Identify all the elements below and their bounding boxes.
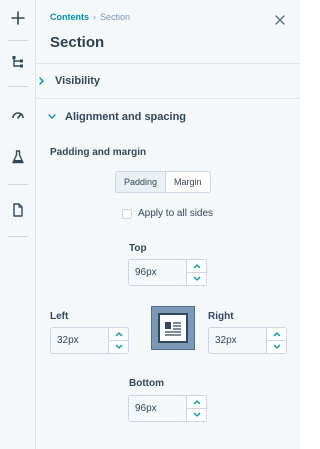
left-stepper: 32px — [50, 327, 129, 354]
left-input[interactable]: 32px — [51, 328, 108, 353]
bottom-label: Bottom — [129, 378, 164, 389]
pages-button[interactable] — [0, 196, 36, 224]
accordion-alignment-spacing[interactable]: Alignment and spacing — [36, 100, 300, 134]
rail-divider — [8, 86, 28, 87]
accordion-label: Visibility — [55, 75, 101, 87]
right-input[interactable]: 32px — [209, 328, 266, 353]
accordion-visibility[interactable]: Visibility — [36, 64, 300, 98]
decrement-button[interactable] — [267, 341, 286, 353]
chevron-up-icon — [273, 332, 280, 337]
breadcrumb: Contents › Section — [50, 12, 130, 22]
chevron-up-icon — [115, 332, 122, 337]
close-icon[interactable] — [274, 14, 286, 26]
apply-all-sides-checkbox[interactable]: Apply to all sides — [122, 208, 213, 219]
chevron-down-icon — [193, 276, 200, 281]
chevron-right-icon — [39, 77, 44, 85]
chevron-down-icon — [193, 412, 200, 417]
top-stepper: 96px — [128, 259, 207, 286]
left-rail — [0, 0, 36, 449]
right-stepper: 32px — [208, 327, 287, 354]
checkbox-box[interactable] — [122, 208, 132, 219]
bottom-stepper: 96px — [128, 395, 207, 422]
document-icon — [13, 203, 23, 217]
chevron-up-icon — [193, 264, 200, 269]
left-label: Left — [50, 311, 69, 322]
padding-margin-toggle: Padding Margin — [115, 171, 211, 193]
section-box-icon — [151, 306, 195, 350]
tree-icon — [12, 56, 23, 68]
decrement-button[interactable] — [109, 341, 128, 353]
optimize-button[interactable] — [0, 101, 36, 129]
flask-icon — [12, 150, 24, 164]
increment-button[interactable] — [187, 396, 206, 409]
add-button[interactable] — [0, 4, 36, 32]
breadcrumb-parent-link[interactable]: Contents — [50, 12, 89, 22]
accordion-label: Alignment and spacing — [65, 111, 187, 123]
chevron-up-icon — [193, 400, 200, 405]
chevron-down-icon — [48, 114, 56, 119]
decrement-button[interactable] — [187, 409, 206, 421]
increment-button[interactable] — [187, 260, 206, 273]
tab-margin[interactable]: Margin — [166, 172, 210, 192]
rail-divider — [8, 184, 28, 185]
structure-button[interactable] — [0, 48, 36, 76]
text-block-icon — [165, 322, 181, 336]
padding-margin-heading: Padding and margin — [50, 147, 147, 158]
increment-button[interactable] — [267, 328, 286, 341]
increment-button[interactable] — [109, 328, 128, 341]
rail-divider — [8, 236, 28, 237]
chevron-down-icon — [273, 344, 280, 349]
chevron-right-icon: › — [93, 12, 96, 22]
decrement-button[interactable] — [187, 273, 206, 285]
gauge-icon — [12, 112, 24, 119]
rail-divider — [8, 40, 28, 41]
top-input[interactable]: 96px — [129, 260, 186, 285]
right-label: Right — [208, 311, 234, 322]
bottom-input[interactable]: 96px — [129, 396, 186, 421]
page-title: Section — [50, 34, 105, 51]
breadcrumb-current: Section — [100, 12, 131, 22]
top-label: Top — [129, 243, 147, 254]
divider — [36, 98, 300, 99]
checkbox-label: Apply to all sides — [138, 208, 214, 219]
tab-padding[interactable]: Padding — [116, 172, 167, 192]
section-settings-panel: Contents › Section Section Visibility Al… — [36, 0, 300, 449]
plus-icon — [11, 11, 25, 25]
chevron-down-icon — [115, 344, 122, 349]
test-button[interactable] — [0, 143, 36, 171]
